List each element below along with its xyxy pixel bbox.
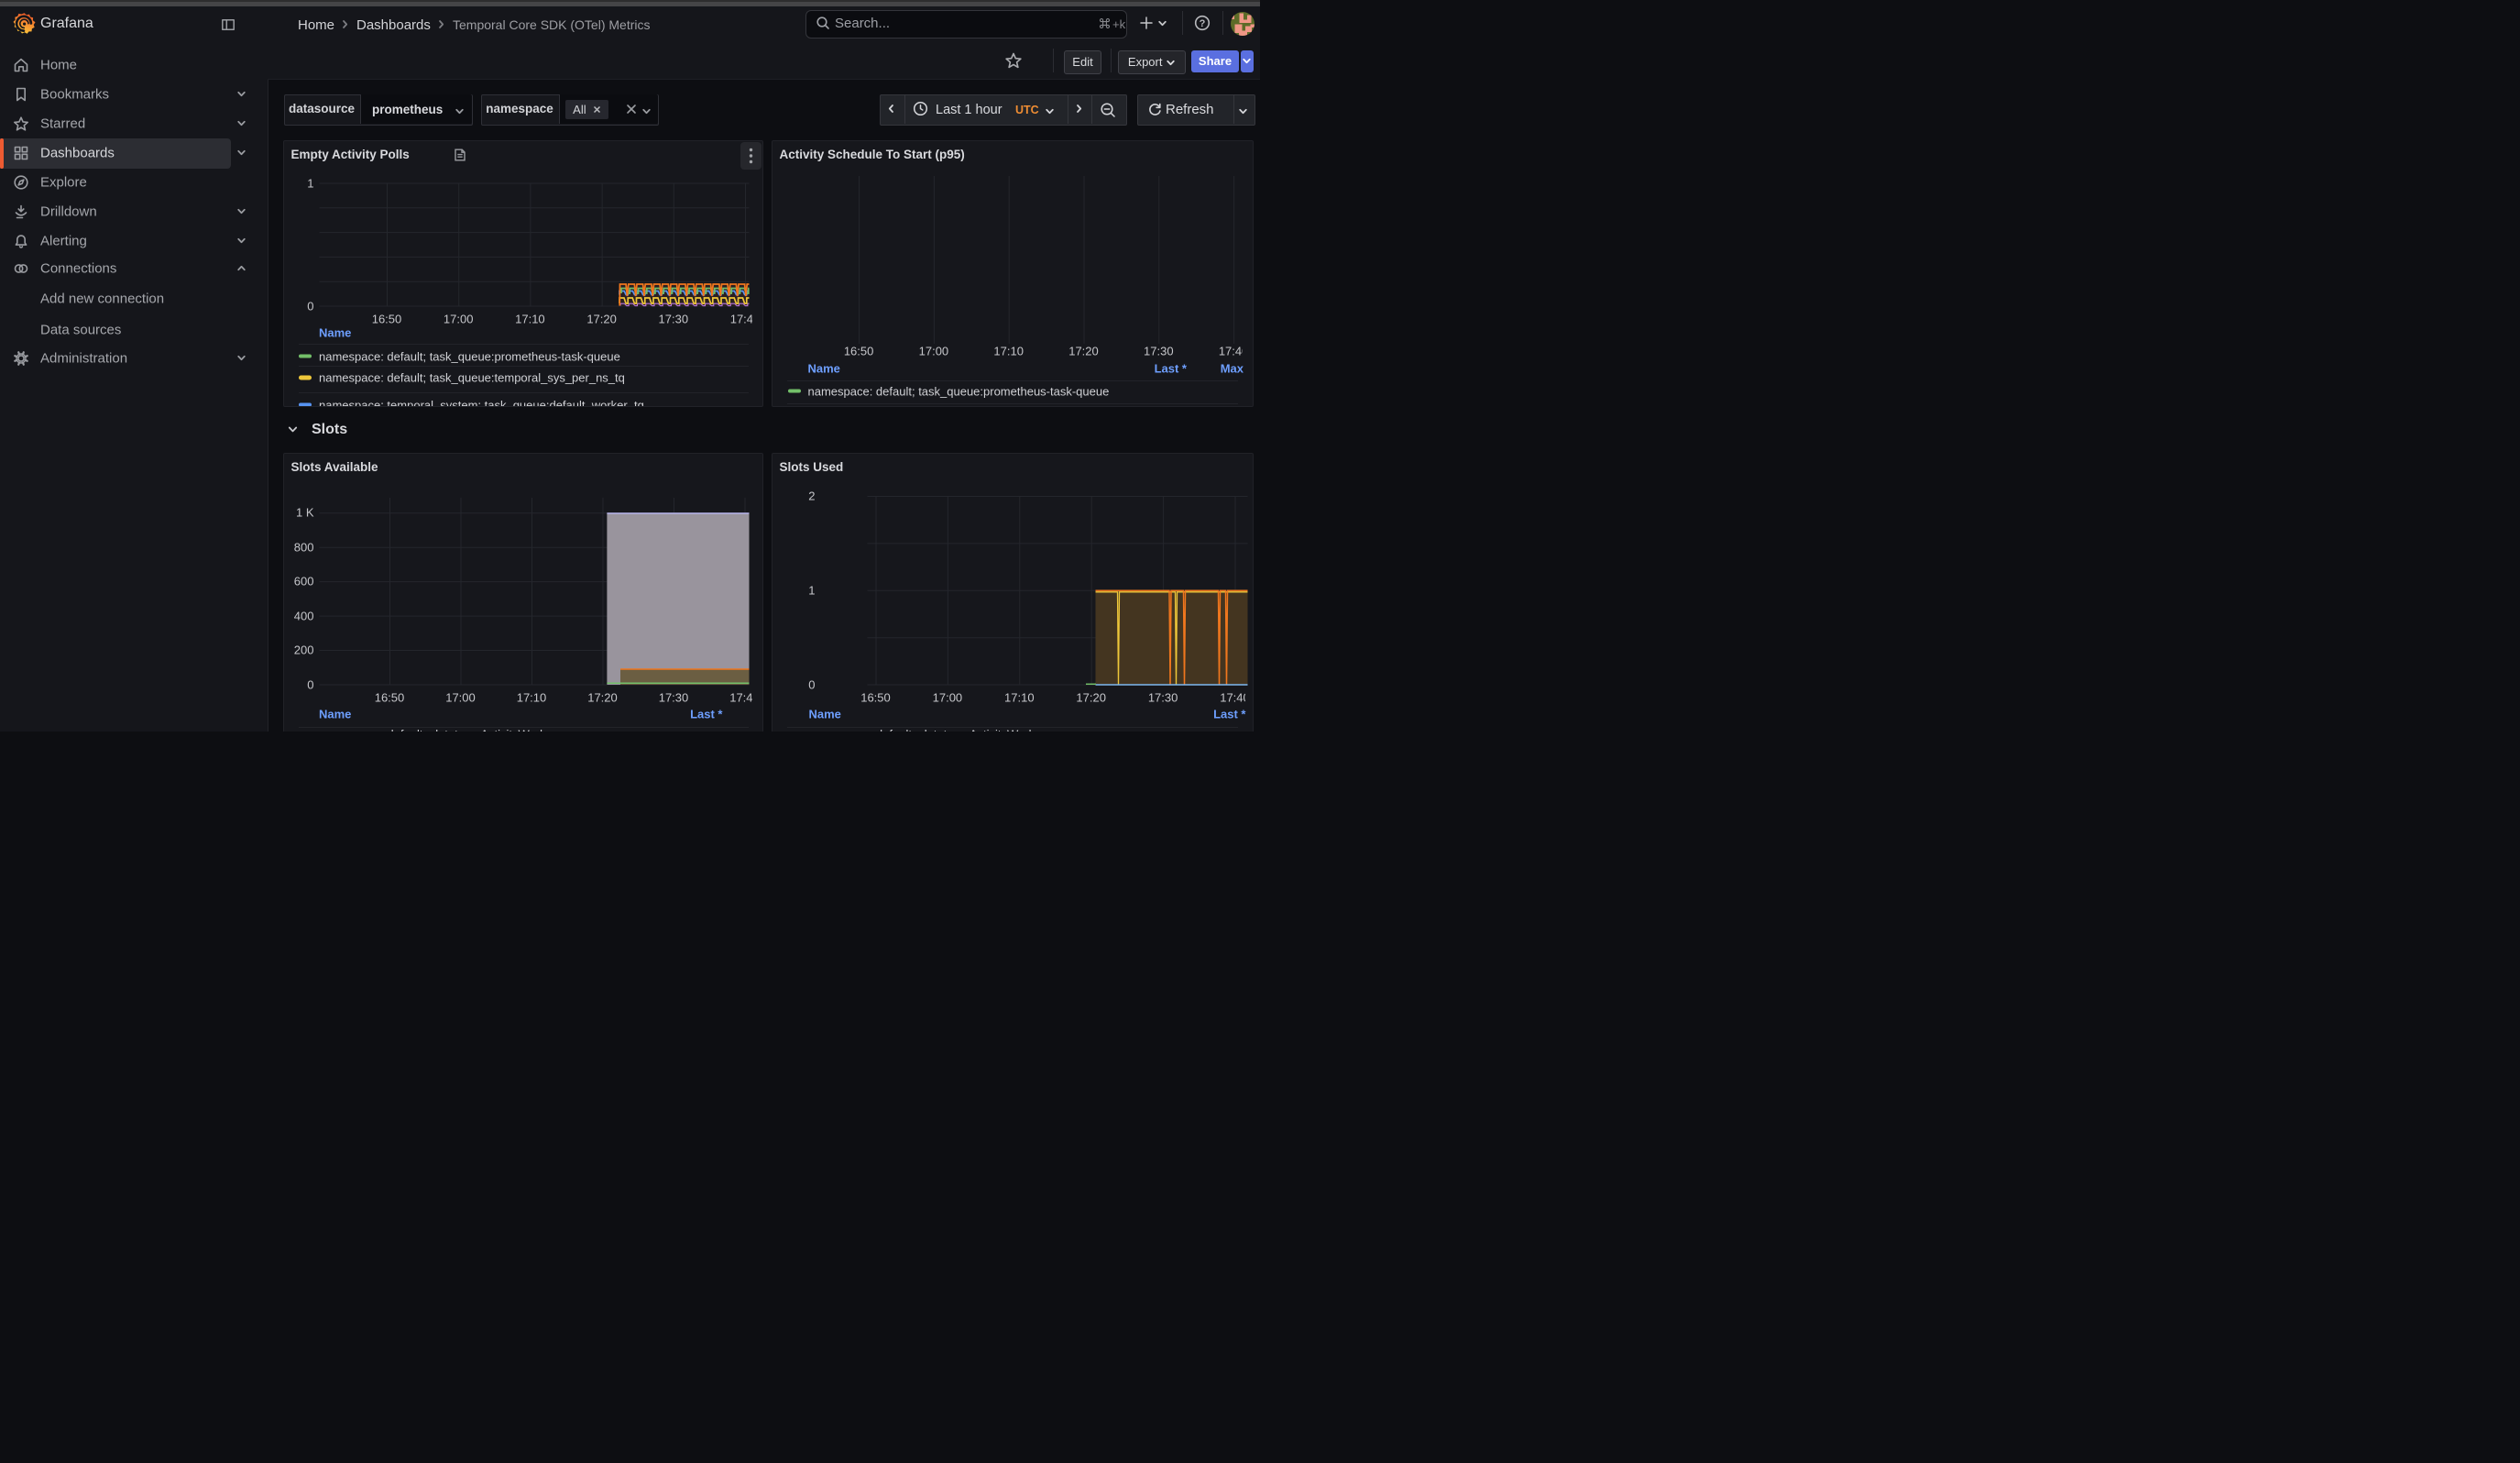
svg-text:?: ? xyxy=(1200,18,1206,29)
